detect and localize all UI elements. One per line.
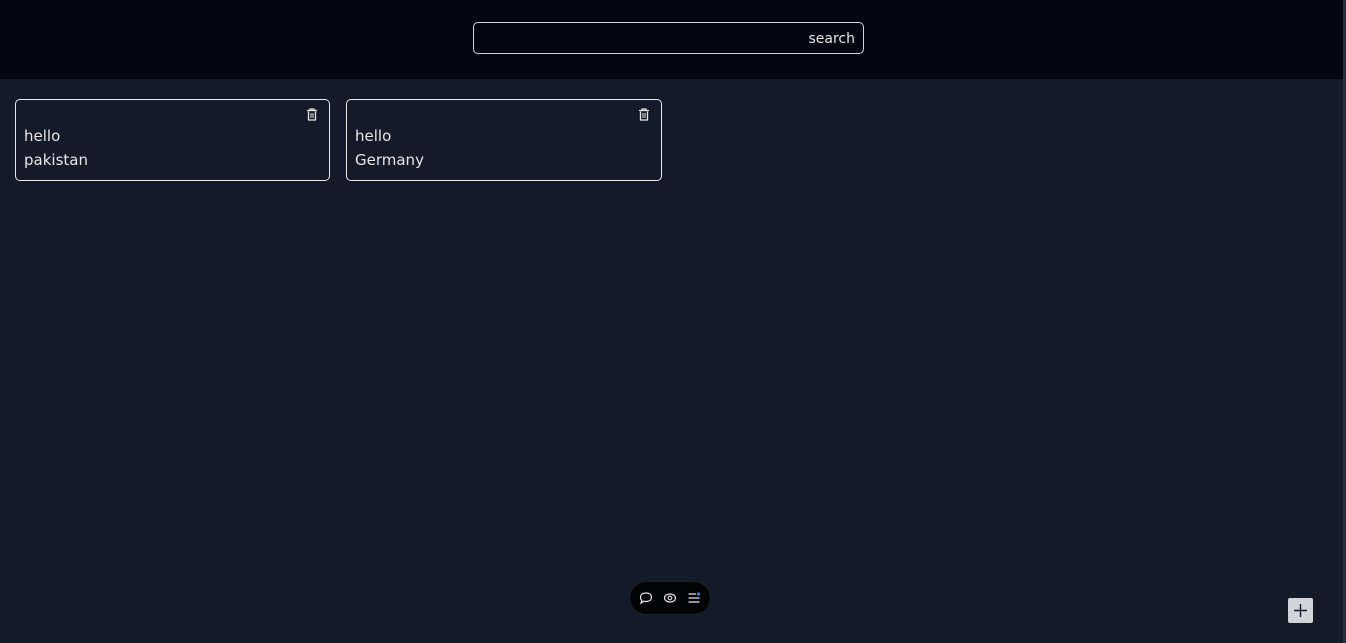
note-body: pakistan — [24, 151, 88, 169]
search-button[interactable]: search — [808, 30, 855, 48]
list-settings-icon[interactable] — [687, 591, 701, 605]
search-input[interactable] — [478, 26, 802, 52]
plus-icon — [1294, 604, 1307, 617]
note-title: hello — [24, 127, 61, 145]
trash-icon[interactable] — [638, 108, 650, 121]
trash-icon[interactable] — [306, 108, 318, 121]
note-card[interactable]: hello Germany — [346, 99, 662, 181]
top-bar: search — [0, 0, 1343, 79]
eye-icon[interactable] — [663, 591, 677, 605]
chat-bubble-icon[interactable] — [639, 591, 653, 605]
search-box[interactable]: search — [473, 22, 864, 54]
note-body: Germany — [355, 151, 424, 169]
add-note-button[interactable] — [1288, 598, 1313, 623]
note-title: hello — [355, 127, 392, 145]
floating-toolbar — [630, 582, 710, 614]
note-card[interactable]: hello pakistan — [15, 99, 330, 181]
app-root: search hello pakistan hello Germany — [0, 0, 1346, 643]
